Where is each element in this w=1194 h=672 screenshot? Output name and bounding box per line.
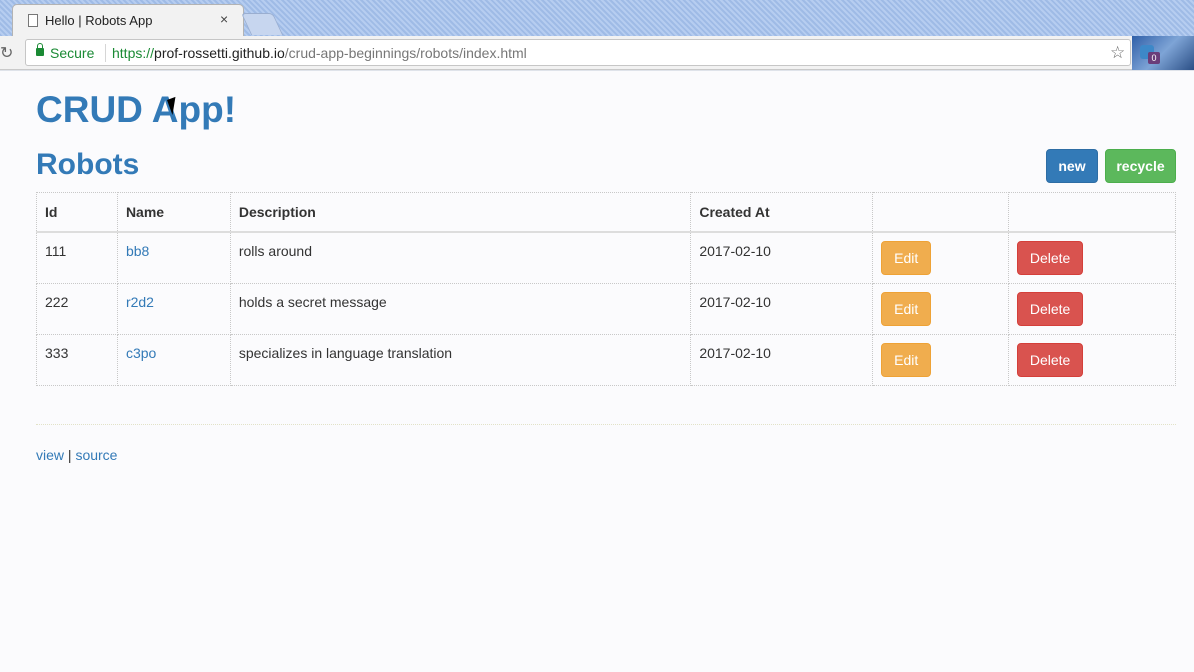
header-description: Description — [229, 192, 692, 233]
header-delete — [1008, 192, 1176, 233]
table-row: 111 bb8 rolls around 2017-02-10 Edit Del… — [36, 231, 1176, 284]
robot-name-link[interactable]: c3po — [126, 345, 156, 361]
cell-description: holds a secret message — [229, 282, 692, 335]
app-title: CRUD App! — [36, 89, 237, 130]
robot-name-link[interactable]: bb8 — [126, 243, 149, 259]
delete-button[interactable]: Delete — [1017, 342, 1084, 377]
edit-button[interactable]: Edit — [881, 342, 932, 377]
url-host: prof-rossetti.github.io — [154, 45, 285, 61]
url-text[interactable]: https://prof-rossetti.github.io/crud-app… — [112, 45, 527, 61]
cell-name: c3po — [116, 333, 231, 386]
edit-button[interactable]: Edit — [881, 291, 932, 326]
browser-chrome: Hello | Robots App × ↻ Secure https://pr… — [0, 0, 1194, 71]
page-icon — [28, 14, 38, 27]
footer-separator: | — [64, 447, 76, 463]
browser-toolbar: ↻ Secure https://prof-rossetti.github.io… — [0, 36, 1194, 70]
delete-button[interactable]: Delete — [1017, 291, 1084, 326]
cell-id: 111 — [36, 231, 118, 284]
cell-created-at: 2017-02-10 — [690, 333, 874, 386]
close-icon[interactable]: × — [220, 11, 228, 27]
cell-created-at: 2017-02-10 — [690, 231, 874, 284]
header-edit — [872, 192, 1010, 233]
table-row: 333 c3po specializes in language transla… — [36, 333, 1176, 386]
cell-name: r2d2 — [116, 282, 231, 335]
edit-button[interactable]: Edit — [881, 241, 932, 275]
section-title: Robots — [36, 148, 140, 181]
cell-delete: Delete — [1008, 282, 1176, 335]
header-id: Id — [36, 192, 118, 233]
table-header-row: Id Name Description Created At — [36, 192, 1176, 233]
recycle-button[interactable]: recycle — [1105, 149, 1176, 183]
new-button[interactable]: new — [1046, 149, 1098, 183]
cell-description: rolls around — [229, 231, 692, 284]
divider — [105, 44, 106, 62]
cell-edit: Edit — [872, 231, 1010, 284]
cell-delete: Delete — [1008, 231, 1176, 284]
extension-badge: 0 — [1148, 52, 1160, 64]
secure-label: Secure — [50, 45, 95, 61]
header-created-at: Created At — [690, 192, 874, 233]
browser-tab[interactable]: Hello | Robots App × — [12, 4, 244, 36]
source-link[interactable]: source — [75, 447, 117, 463]
cell-created-at: 2017-02-10 — [690, 282, 874, 335]
tab-strip: Hello | Robots App × — [0, 0, 1194, 36]
cell-delete: Delete — [1008, 333, 1176, 386]
delete-button[interactable]: Delete — [1017, 241, 1084, 275]
robots-table: Id Name Description Created At 111 bb8 r… — [36, 192, 1176, 386]
cell-name: bb8 — [116, 231, 231, 284]
cell-id: 222 — [36, 282, 118, 335]
table-row: 222 r2d2 holds a secret message 2017-02-… — [36, 282, 1176, 335]
robot-name-link[interactable]: r2d2 — [126, 294, 154, 310]
lock-icon — [36, 43, 44, 56]
footer: view | source — [36, 447, 117, 463]
extension-area: 0 — [1132, 36, 1194, 70]
url-scheme: https:// — [112, 45, 155, 61]
header-name: Name — [116, 192, 231, 233]
new-tab-button[interactable] — [240, 13, 284, 35]
cell-id: 333 — [36, 333, 118, 386]
tab-title: Hello | Robots App — [45, 13, 153, 28]
cell-edit: Edit — [872, 282, 1010, 335]
divider — [36, 424, 1176, 425]
url-path: /crud-app-beginnings/robots/index.html — [284, 45, 527, 61]
view-link[interactable]: view — [36, 447, 64, 463]
star-icon[interactable]: ☆ — [1110, 43, 1125, 63]
cell-description: specializes in language translation — [229, 333, 692, 386]
address-bar[interactable]: Secure https://prof-rossetti.github.io/c… — [25, 39, 1131, 66]
cell-edit: Edit — [872, 333, 1010, 386]
reload-icon[interactable]: ↻ — [0, 43, 13, 63]
